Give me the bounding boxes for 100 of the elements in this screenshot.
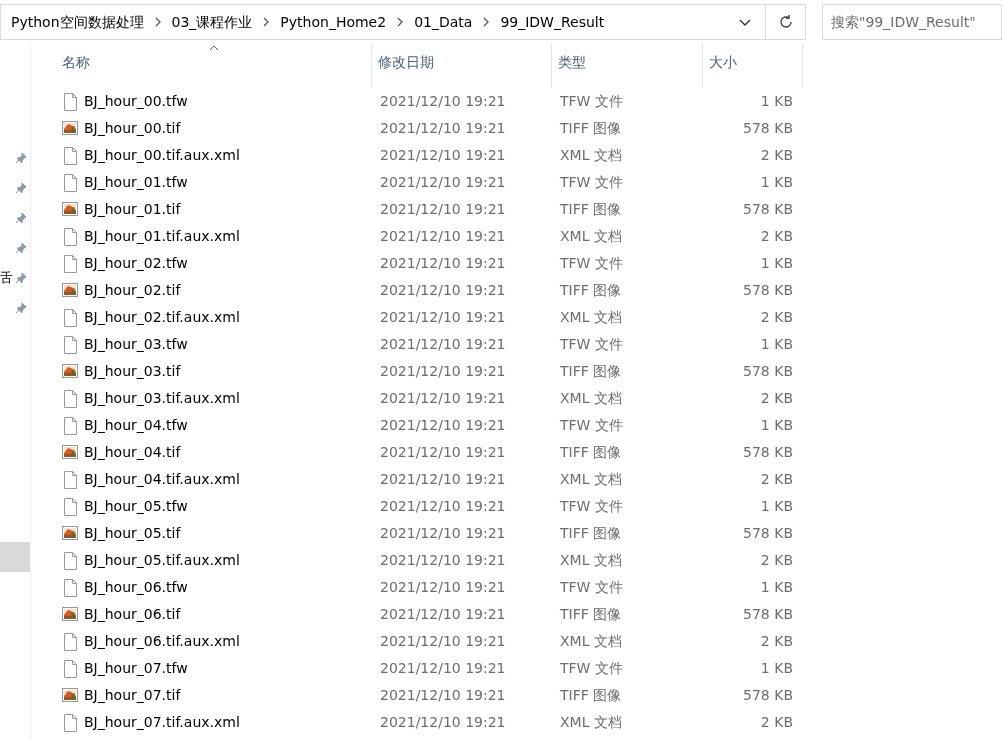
file-type: TIFF 图像 <box>559 524 623 543</box>
file-name[interactable]: BJ_hour_00.tfw <box>84 91 188 112</box>
file-type: TFW 文件 <box>559 659 624 678</box>
file-size: 578 KB <box>742 119 794 138</box>
modified-date: 2021/12/10 19:21 <box>379 389 507 408</box>
breadcrumb[interactable]: 99_IDW_Result <box>500 11 605 33</box>
file-name[interactable]: BJ_hour_05.tif.aux.xml <box>84 550 240 571</box>
document-icon <box>62 92 78 111</box>
file-name[interactable]: BJ_hour_07.tif <box>84 685 181 706</box>
file-name[interactable]: BJ_hour_00.tif <box>84 118 181 139</box>
file-name[interactable]: BJ_hour_02.tif <box>84 280 181 301</box>
file-name[interactable]: BJ_hour_07.tif.aux.xml <box>84 712 240 733</box>
modified-date: 2021/12/10 19:21 <box>379 308 507 327</box>
file-name[interactable]: BJ_hour_06.tif <box>84 604 181 625</box>
breadcrumb[interactable]: Python_Home2 <box>280 11 387 33</box>
file-name[interactable]: BJ_hour_04.tif.aux.xml <box>84 469 240 490</box>
file-name[interactable]: BJ_hour_03.tif <box>84 361 181 382</box>
file-type: TIFF 图像 <box>559 119 623 138</box>
image-file-icon <box>62 281 78 300</box>
file-name[interactable]: BJ_hour_06.tif.aux.xml <box>84 631 240 652</box>
modified-date: 2021/12/10 19:21 <box>379 470 507 489</box>
file-type: XML 文档 <box>559 308 623 327</box>
column-header[interactable]: 大小 <box>703 54 737 70</box>
document-icon <box>62 254 78 273</box>
file-name[interactable]: BJ_hour_02.tif.aux.xml <box>84 307 240 328</box>
modified-date: 2021/12/10 19:21 <box>379 227 507 246</box>
document-icon <box>62 335 78 354</box>
document-icon <box>62 416 78 435</box>
file-size: 1 KB <box>759 416 794 435</box>
chevron-right-icon <box>396 17 405 27</box>
modified-date: 2021/12/10 19:21 <box>379 92 507 111</box>
file-size: 1 KB <box>759 92 794 111</box>
file-name[interactable]: BJ_hour_06.tfw <box>84 577 188 598</box>
file-name[interactable]: BJ_hour_03.tfw <box>84 334 188 355</box>
modified-date: 2021/12/10 19:21 <box>379 335 507 354</box>
file-name[interactable]: BJ_hour_04.tfw <box>84 415 188 436</box>
breadcrumb[interactable]: 03_课程作业 <box>171 11 253 33</box>
document-icon <box>62 632 78 651</box>
file-type: TFW 文件 <box>559 173 624 192</box>
file-name[interactable]: BJ_hour_00.tif.aux.xml <box>84 145 240 166</box>
file-size: 2 KB <box>759 632 794 651</box>
document-icon <box>62 308 78 327</box>
modified-date: 2021/12/10 19:21 <box>379 686 507 705</box>
file-type: XML 文档 <box>559 632 623 651</box>
image-file-icon <box>62 119 78 138</box>
file-name[interactable]: BJ_hour_07.tfw <box>84 658 188 679</box>
modified-date: 2021/12/10 19:21 <box>379 119 507 138</box>
modified-date: 2021/12/10 19:21 <box>379 200 507 219</box>
search-field[interactable]: 搜索"99_IDW_Result" <box>822 4 1002 40</box>
document-icon <box>62 227 78 246</box>
file-size: 1 KB <box>759 335 794 354</box>
modified-date: 2021/12/10 19:21 <box>379 443 507 462</box>
modified-date: 2021/12/10 19:21 <box>379 551 507 570</box>
modified-date: 2021/12/10 19:21 <box>379 173 507 192</box>
chevron-right-icon <box>262 17 271 27</box>
file-name[interactable]: BJ_hour_02.tfw <box>84 253 188 274</box>
refresh-icon <box>777 14 794 30</box>
file-size: 2 KB <box>759 389 794 408</box>
file-type: TIFF 图像 <box>559 362 623 381</box>
modified-date: 2021/12/10 19:21 <box>379 605 507 624</box>
document-icon <box>62 659 78 678</box>
file-type: XML 文档 <box>559 389 623 408</box>
file-size: 578 KB <box>742 524 794 543</box>
breadcrumb[interactable]: 01_Data <box>414 11 473 33</box>
column-header[interactable]: 名称 <box>56 54 90 70</box>
modified-date: 2021/12/10 19:21 <box>379 146 507 165</box>
file-size: 1 KB <box>759 659 794 678</box>
modified-date: 2021/12/10 19:21 <box>379 659 507 678</box>
file-size: 578 KB <box>742 362 794 381</box>
file-type: TFW 文件 <box>559 416 624 435</box>
file-size: 2 KB <box>759 227 794 246</box>
sidebar-item[interactable]: 舌 <box>0 263 30 293</box>
file-size: 1 KB <box>759 173 794 192</box>
breadcrumb[interactable]: Python空间数据处理 <box>11 11 144 33</box>
modified-date: 2021/12/10 19:21 <box>379 281 507 300</box>
file-type: XML 文档 <box>559 551 623 570</box>
document-icon <box>62 146 78 165</box>
column-header[interactable]: 修改日期 <box>372 54 434 70</box>
file-name[interactable]: BJ_hour_03.tif.aux.xml <box>84 388 240 409</box>
column-header[interactable]: 类型 <box>552 54 586 70</box>
sidebar-item-label[interactable]: 舌 <box>0 268 13 288</box>
file-name[interactable]: BJ_hour_05.tfw <box>84 496 188 517</box>
document-icon <box>62 497 78 516</box>
file-type: XML 文档 <box>559 470 623 489</box>
file-name[interactable]: BJ_hour_04.tif <box>84 442 181 463</box>
image-file-icon <box>62 686 78 705</box>
file-name[interactable]: BJ_hour_01.tif <box>84 199 181 220</box>
file-size: 2 KB <box>759 308 794 327</box>
file-size: 2 KB <box>759 470 794 489</box>
modified-date: 2021/12/10 19:21 <box>379 254 507 273</box>
file-type: TFW 文件 <box>559 335 624 354</box>
image-file-icon <box>62 605 78 624</box>
file-name[interactable]: BJ_hour_01.tif.aux.xml <box>84 226 240 247</box>
modified-date: 2021/12/10 19:21 <box>379 713 507 732</box>
file-name[interactable]: BJ_hour_01.tfw <box>84 172 188 193</box>
file-type: TIFF 图像 <box>559 443 623 462</box>
modified-date: 2021/12/10 19:21 <box>379 416 507 435</box>
file-size: 1 KB <box>759 254 794 273</box>
modified-date: 2021/12/10 19:21 <box>379 632 507 651</box>
file-name[interactable]: BJ_hour_05.tif <box>84 523 181 544</box>
